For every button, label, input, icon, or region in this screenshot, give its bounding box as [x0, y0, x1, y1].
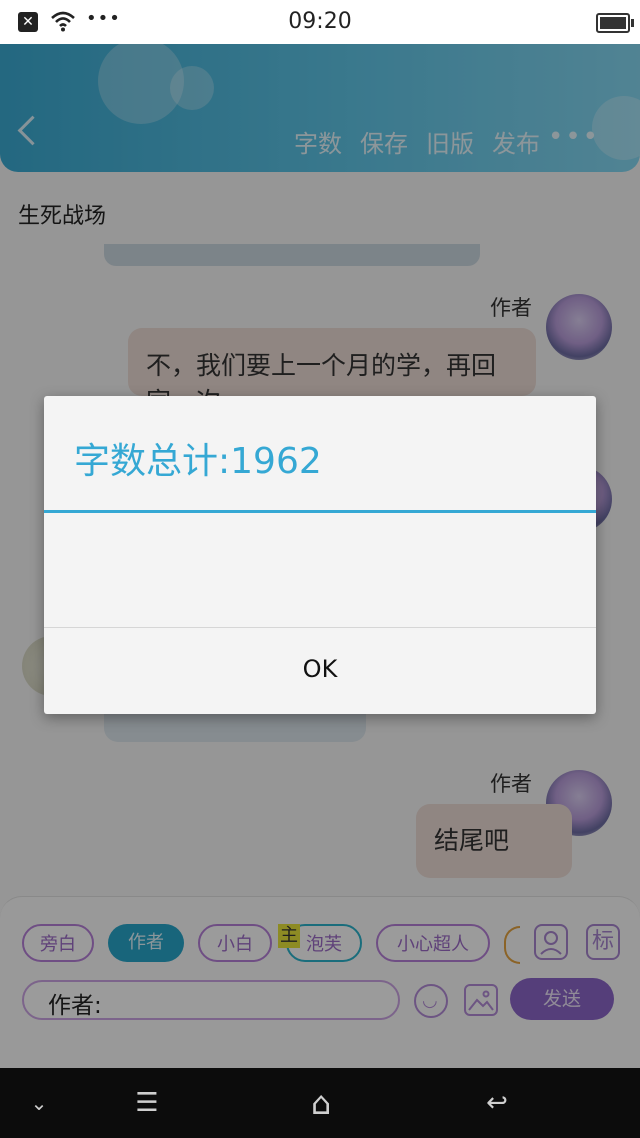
home-icon[interactable]: ⌂: [286, 1068, 356, 1138]
chevron-down-icon[interactable]: ⌄: [4, 1068, 74, 1138]
system-nav-bar: ⌄ ☰ ⌂ ↩: [0, 1068, 640, 1138]
status-bar: ✕ ••• 09:20: [0, 0, 640, 44]
back-icon[interactable]: ↩: [462, 1068, 532, 1138]
battery-icon: [596, 13, 634, 33]
word-count-dialog: 字数总计:1962 OK: [44, 396, 596, 714]
dialog-title: 字数总计:1962: [74, 441, 322, 482]
ok-button[interactable]: OK: [44, 628, 596, 714]
dialog-divider: [44, 510, 596, 513]
status-time: 09:20: [288, 9, 352, 34]
menu-icon[interactable]: ☰: [112, 1068, 182, 1138]
